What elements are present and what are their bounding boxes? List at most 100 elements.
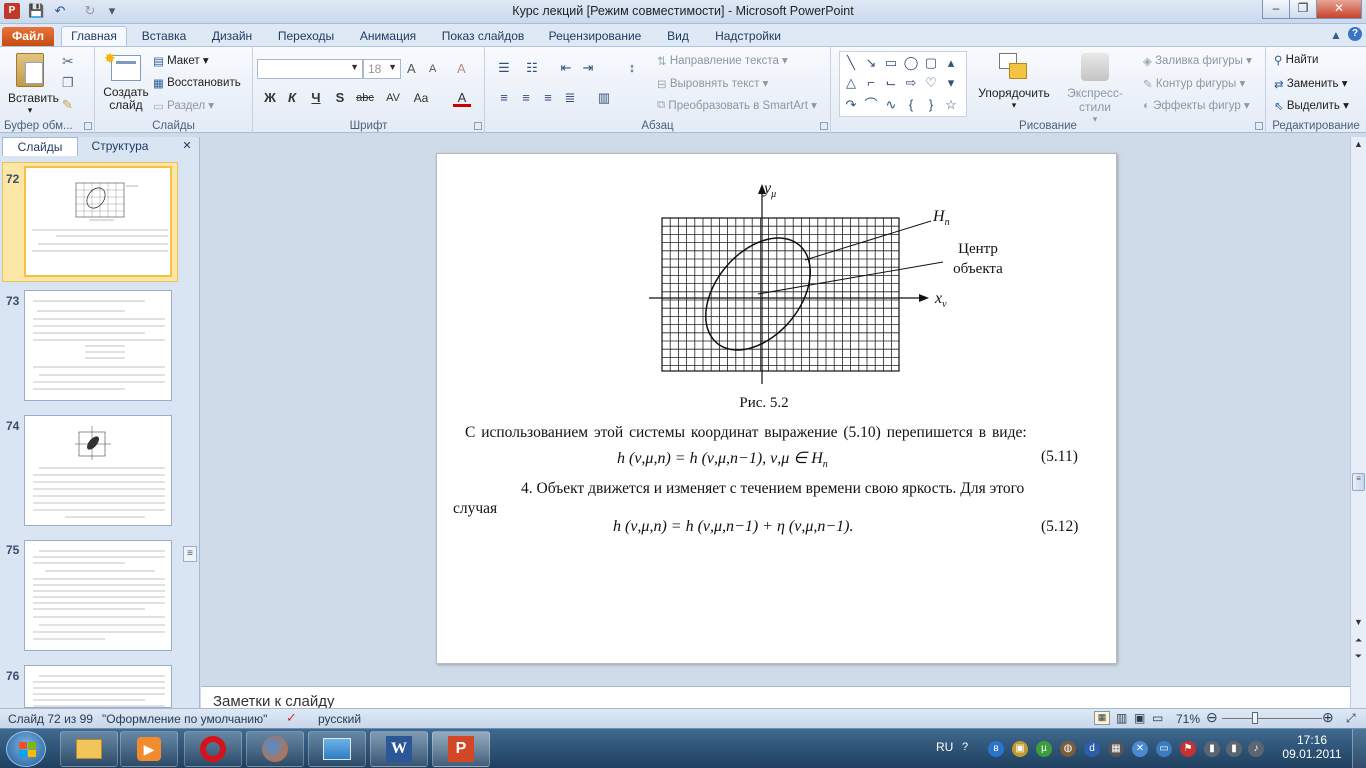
right-brace-icon[interactable]: }	[922, 96, 940, 114]
bluetooth-icon[interactable]: ʙ	[988, 741, 1004, 757]
line-spacing-icon[interactable]: ↕	[623, 59, 641, 77]
zoom-out-icon[interactable]: ⊖	[1206, 709, 1218, 726]
slide-thumbnail-72[interactable]	[24, 166, 172, 277]
shape-effects-button[interactable]: ◐ Эффекты фигур ▾	[1143, 98, 1250, 112]
columns-icon[interactable]: ▥	[595, 89, 613, 107]
tab-file[interactable]: Файл	[2, 27, 54, 46]
language-indicator[interactable]: русский	[318, 712, 361, 726]
slide-thumbnail-73[interactable]	[24, 290, 172, 401]
new-slide-button[interactable]: ✸ Создать слайд	[101, 50, 151, 121]
triangle-shape-icon[interactable]: △	[842, 74, 860, 92]
start-button[interactable]	[6, 731, 46, 767]
format-painter-icon[interactable]: ✎	[62, 97, 73, 113]
paste-button[interactable]: Вставить ▾	[8, 51, 59, 121]
replace-button[interactable]: ⇄ Заменить ▾	[1274, 76, 1348, 91]
current-slide[interactable]: yμ xν Hn Центр объекта Рис. 5.2 С исполь…	[436, 153, 1117, 664]
text-direction-button[interactable]: ⇅ Направление текста ▾	[657, 53, 788, 68]
right-arrow-shape-icon[interactable]: ⇨	[902, 74, 920, 92]
tab-insert[interactable]: Вставка	[136, 27, 192, 46]
left-brace-icon[interactable]: {	[902, 96, 920, 114]
strikethrough-button[interactable]: abc	[353, 89, 377, 107]
taskbar-media-player[interactable]: ▶	[120, 731, 178, 767]
normal-view-icon[interactable]: ▦	[1094, 711, 1110, 725]
align-right-icon[interactable]: ≡	[539, 89, 557, 107]
change-case-button[interactable]: Aa	[409, 89, 433, 107]
theme-name[interactable]: "Оформление по умолчанию"	[102, 712, 267, 726]
scroll-up-icon[interactable]: ▲	[1352, 139, 1365, 153]
tab-animation[interactable]: Анимация	[352, 27, 424, 46]
reading-view-icon[interactable]: ▣	[1134, 711, 1145, 725]
clock[interactable]: 17:16 09.01.2011	[1280, 733, 1344, 761]
notes-pane[interactable]: Заметки к слайду	[201, 686, 1350, 710]
pane-splitter-handle[interactable]: ≡	[183, 546, 197, 562]
grow-font-icon[interactable]: A	[407, 61, 416, 76]
restore-button[interactable]: ❐	[1289, 0, 1317, 19]
zoom-slider[interactable]	[1222, 718, 1322, 719]
bold-button[interactable]: Ж	[261, 89, 279, 107]
zoom-level[interactable]: 71%	[1176, 712, 1200, 726]
taskbar-picture-viewer[interactable]	[308, 731, 366, 767]
star-shape-icon[interactable]: ☆	[942, 96, 960, 114]
freeform-shape-icon[interactable]: ∿	[882, 96, 900, 114]
taskbar-firefox[interactable]	[246, 731, 304, 767]
find-button[interactable]: ⚲ Найти	[1274, 53, 1318, 67]
align-center-icon[interactable]: ≡	[517, 89, 535, 107]
numbering-icon[interactable]: ☷	[523, 59, 541, 77]
bullets-icon[interactable]: ☰	[495, 59, 513, 77]
tray-program-icon[interactable]: ◍	[1060, 741, 1076, 757]
tray-app-icon[interactable]: ▣	[1012, 741, 1028, 757]
heart-shape-icon[interactable]: ♡	[922, 74, 940, 92]
taskbar-explorer[interactable]	[60, 731, 118, 767]
align-left-icon[interactable]: ≡	[495, 89, 513, 107]
rectangle-shape-icon[interactable]: ▭	[882, 54, 900, 72]
action-center-icon[interactable]: ⚑	[1180, 741, 1196, 757]
shapes-gallery[interactable]: ╲ ↘ ▭ ◯ ▢ ▴ △ ⌐ ⌙ ⇨ ♡ ▾ ↷ ⌒ ∿ { } ☆	[839, 51, 967, 117]
curve-shape-icon[interactable]: ↷	[842, 96, 860, 114]
shrink-font-icon[interactable]: A	[429, 63, 436, 75]
scroll-down-icon[interactable]: ▾	[942, 74, 960, 92]
tray-dp-icon[interactable]: d	[1084, 741, 1100, 757]
line-shape-icon[interactable]: ╲	[842, 54, 860, 72]
vertical-scrollbar[interactable]: ▲ ≡ ▼ ⏶ ⏷	[1350, 137, 1366, 708]
slide-thumbnail-75[interactable]	[24, 540, 172, 651]
tab-slides[interactable]: Слайды	[2, 137, 78, 156]
cut-icon[interactable]: ✂	[62, 53, 74, 70]
tab-design[interactable]: Дизайн	[204, 27, 260, 46]
tab-transitions[interactable]: Переходы	[272, 27, 340, 46]
safely-remove-icon[interactable]: ▭	[1156, 741, 1172, 757]
minimize-button[interactable]: –	[1262, 0, 1290, 19]
oval-shape-icon[interactable]: ◯	[902, 54, 920, 72]
select-button[interactable]: ⇖ Выделить ▾	[1274, 98, 1349, 113]
char-spacing-button[interactable]: AV	[381, 89, 405, 107]
taskbar-word[interactable]: W	[370, 731, 428, 767]
taskbar-opera[interactable]	[184, 731, 242, 767]
dialog-launcher-icon[interactable]	[820, 122, 828, 130]
increase-indent-icon[interactable]: ⇥	[579, 59, 597, 77]
tab-review[interactable]: Рецензирование	[542, 27, 648, 46]
italic-button[interactable]: К	[283, 89, 301, 107]
dialog-launcher-icon[interactable]	[84, 122, 92, 130]
clear-format-icon[interactable]: A	[457, 61, 466, 76]
shape-fill-button[interactable]: ◈ Заливка фигуры ▾	[1143, 53, 1252, 68]
tab-addins[interactable]: Надстройки	[708, 27, 788, 46]
reset-button[interactable]: ▦ Восстановить	[153, 76, 241, 90]
slideshow-icon[interactable]: ▭	[1152, 711, 1163, 725]
show-desktop-button[interactable]	[1352, 729, 1366, 768]
utorrent-icon[interactable]: µ	[1036, 741, 1052, 757]
underline-button[interactable]: Ч	[307, 89, 325, 107]
layout-button[interactable]: ▤ Макет ▾	[153, 53, 209, 68]
arrange-button[interactable]: Упорядочить ▾	[977, 51, 1051, 117]
justify-icon[interactable]: ≣	[561, 89, 579, 107]
arrow-shape-icon[interactable]: ↘	[862, 54, 880, 72]
close-button[interactable]: ✕	[1316, 0, 1362, 19]
font-size-input[interactable]: 18 ▼	[363, 59, 401, 79]
spellcheck-icon[interactable]: ✓	[286, 710, 297, 726]
copy-icon[interactable]: ❐	[62, 75, 74, 91]
tab-view[interactable]: Вид	[660, 27, 696, 46]
font-name-input[interactable]: ▼	[257, 59, 363, 79]
quick-styles-button[interactable]: Экспресс-стили ▾	[1053, 51, 1137, 124]
taskbar-powerpoint[interactable]: P	[432, 731, 490, 767]
elbow-arrow-icon[interactable]: ⌙	[882, 74, 900, 92]
dialog-launcher-icon[interactable]	[474, 122, 482, 130]
power-icon[interactable]: ▮	[1204, 741, 1220, 757]
